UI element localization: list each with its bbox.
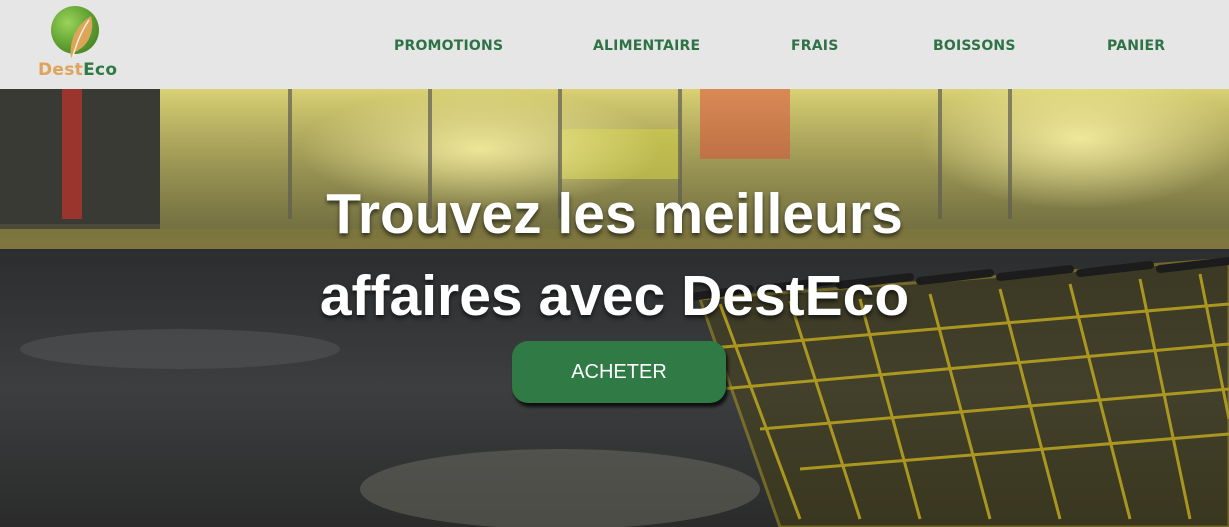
nav-item-boissons[interactable]: BOISSONS [933, 38, 1016, 54]
nav-item-promotions[interactable]: PROMOTIONS [394, 38, 503, 54]
brand-name: DestEco [38, 60, 117, 80]
destco-logo[interactable]: DestEco [36, 4, 120, 84]
brand-name-part2: Eco [83, 60, 118, 80]
hero-banner: Trouvez les meilleurs affaires avec Dest… [0, 89, 1229, 527]
leaf-icon [70, 16, 93, 58]
site-header: DestEco PROMOTIONS ALIMENTAIRE FRAIS BOI… [0, 0, 1229, 89]
nav-item-panier[interactable]: PANIER [1107, 38, 1165, 54]
brand-name-part1: Dest [38, 60, 84, 80]
hero-heading-line1: Trouvez les meilleurs [326, 182, 903, 246]
nav-item-frais[interactable]: FRAIS [791, 38, 838, 54]
nav-item-alimentaire[interactable]: ALIMENTAIRE [593, 38, 700, 54]
hero-heading-line2: affaires avec DestEco [319, 264, 910, 328]
hero-heading: Trouvez les meilleurs affaires avec Dest… [0, 173, 1229, 337]
buy-button[interactable]: ACHETER [512, 341, 726, 403]
